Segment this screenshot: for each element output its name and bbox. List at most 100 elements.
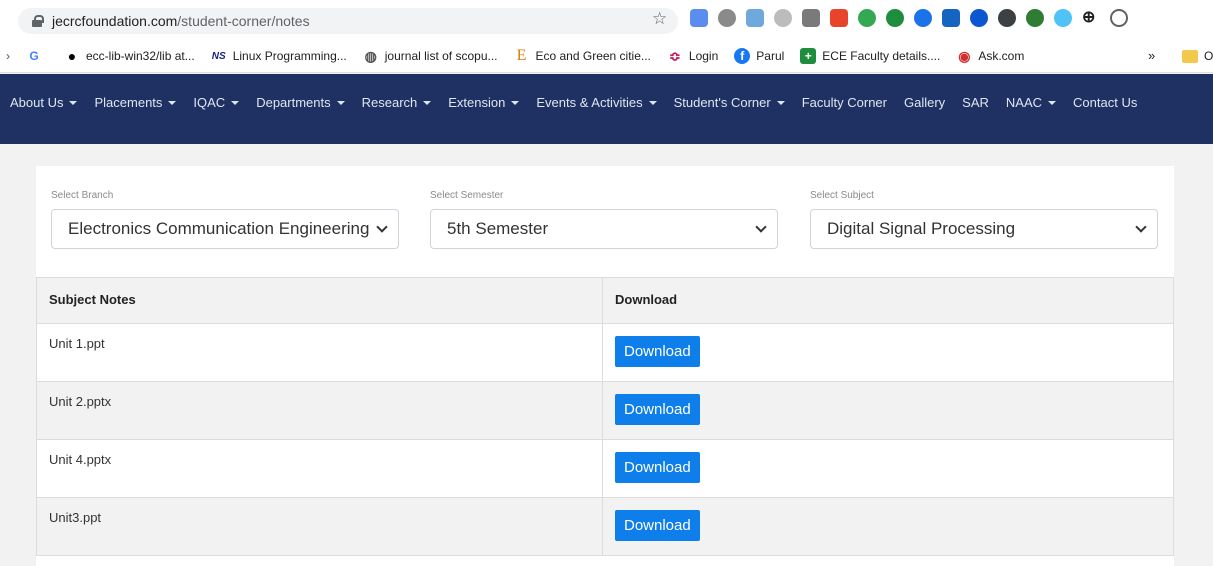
address-bar[interactable]: jecrcfoundation.com/student-corner/notes bbox=[18, 8, 678, 34]
nav-item[interactable]: Contact Us bbox=[1073, 95, 1137, 110]
bookmark-item[interactable]: G bbox=[26, 48, 48, 64]
bookmark-label: Eco and Green citie... bbox=[535, 49, 651, 63]
url-text: jecrcfoundation.com/student-corner/notes bbox=[52, 13, 310, 29]
extension-icon[interactable] bbox=[830, 9, 848, 27]
table-row: Unit 4.pptx Download bbox=[36, 439, 1174, 498]
bookmark-favicon-icon: NS bbox=[211, 50, 226, 62]
bookmark-favicon-icon: f bbox=[734, 48, 751, 64]
subject-label: Select Subject bbox=[810, 190, 874, 201]
nav-item-label: Placements bbox=[94, 95, 163, 110]
notes-table: Subject Notes Download Unit 1.ppt Downloa… bbox=[36, 277, 1174, 556]
nav-item[interactable]: Events & Activities bbox=[536, 95, 657, 110]
bookmark-favicon-icon: ● bbox=[67, 48, 77, 64]
extension-icon[interactable] bbox=[1054, 9, 1072, 27]
nav-item[interactable]: Placements bbox=[94, 95, 177, 110]
bookmark-star-icon[interactable]: ☆ bbox=[652, 9, 667, 29]
subject-filter: Select Subject Digital Signal Processing bbox=[810, 190, 1158, 249]
nav-item[interactable]: Student's Corner bbox=[674, 95, 785, 110]
zoom-icon[interactable]: ⊕ bbox=[1082, 9, 1100, 27]
branch-filter: Select Branch Electronics Communication … bbox=[51, 190, 399, 249]
table-header-row: Subject Notes Download bbox=[36, 277, 1174, 324]
download-button[interactable]: Download bbox=[615, 510, 700, 541]
bookmark-item[interactable]: + ECE Faculty details.... bbox=[800, 48, 940, 64]
nav-item[interactable]: Research bbox=[362, 95, 432, 110]
download-cell: Download bbox=[602, 439, 1174, 498]
bookmark-label: Parul bbox=[756, 49, 785, 63]
subject-select-value: Digital Signal Processing bbox=[827, 219, 1016, 238]
extension-icon[interactable] bbox=[942, 9, 960, 27]
nav-item[interactable]: NAAC bbox=[1006, 95, 1057, 110]
nav-item-label: Gallery bbox=[903, 95, 946, 110]
download-cell: Download bbox=[602, 323, 1174, 382]
extension-icon[interactable] bbox=[858, 9, 876, 27]
bookmark-item[interactable]: f Parul bbox=[734, 48, 784, 64]
nav-item[interactable]: Gallery bbox=[904, 95, 945, 110]
extension-icon[interactable] bbox=[690, 9, 708, 27]
extension-icon[interactable] bbox=[774, 9, 792, 27]
more-bookmarks-button[interactable]: » bbox=[1148, 48, 1155, 63]
caret-down-icon bbox=[776, 100, 785, 105]
extension-icon[interactable] bbox=[1026, 9, 1044, 27]
nav-item-label: Contact Us bbox=[1073, 95, 1138, 110]
note-file-name: Unit 4.pptx bbox=[36, 439, 603, 498]
bookmark-item[interactable]: ◉ Ask.com bbox=[956, 48, 1024, 64]
bookmark-label: Login bbox=[688, 49, 719, 63]
nav-item[interactable]: Faculty Corner bbox=[802, 95, 887, 110]
semester-filter: Select Semester 5th Semester bbox=[430, 190, 778, 249]
extension-icon[interactable] bbox=[970, 9, 988, 27]
bookmark-item[interactable]: NS Linux Programming... bbox=[211, 48, 347, 64]
nav-item[interactable]: Departments bbox=[256, 95, 345, 110]
download-button[interactable]: Download bbox=[615, 452, 700, 483]
bookmark-label: Linux Programming... bbox=[232, 49, 347, 63]
note-file-name: Unit 1.ppt bbox=[36, 323, 603, 382]
extension-icon[interactable] bbox=[802, 9, 820, 27]
bookmark-folder[interactable]: O bbox=[1182, 49, 1213, 63]
chevron-down-icon bbox=[755, 221, 767, 233]
branch-select-value: Electronics Communication Engineering bbox=[68, 219, 370, 238]
bookmark-item[interactable]: ◍ journal list of scopu... bbox=[363, 48, 498, 64]
subject-select[interactable]: Digital Signal Processing bbox=[810, 209, 1158, 249]
chevron-down-icon bbox=[1135, 221, 1147, 233]
nav-item-label: SAR bbox=[962, 95, 989, 110]
nav-item-label: Student's Corner bbox=[673, 95, 771, 110]
bookmarks-left-chevron-icon[interactable]: › bbox=[6, 49, 10, 63]
download-button[interactable]: Download bbox=[615, 336, 700, 367]
bookmark-label: ecc-lib-win32/lib at... bbox=[86, 49, 195, 63]
nav-item-label: Faculty Corner bbox=[801, 95, 887, 110]
download-button[interactable]: Download bbox=[615, 394, 700, 425]
nav-item[interactable]: Extension bbox=[448, 95, 520, 110]
column-header-download: Download bbox=[602, 277, 1174, 324]
profile-icon[interactable] bbox=[1110, 9, 1128, 27]
nav-item[interactable]: IQAC bbox=[193, 95, 240, 110]
extension-icon[interactable] bbox=[914, 9, 932, 27]
nav-item[interactable]: About Us bbox=[10, 95, 78, 110]
extension-icon[interactable] bbox=[998, 9, 1016, 27]
nav-item[interactable]: SAR bbox=[962, 95, 989, 110]
notes-panel: Select Branch Electronics Communication … bbox=[36, 166, 1174, 566]
bookmark-item[interactable]: ≎ Login bbox=[667, 48, 718, 64]
column-header-subject-notes: Subject Notes bbox=[36, 277, 603, 324]
bookmark-item[interactable]: ● ecc-lib-win32/lib at... bbox=[64, 48, 195, 64]
semester-label: Select Semester bbox=[430, 190, 504, 201]
bookmark-favicon-icon: E bbox=[516, 47, 527, 64]
nav-item-label: IQAC bbox=[193, 95, 226, 110]
caret-down-icon bbox=[231, 100, 240, 105]
nav-item-label: About Us bbox=[10, 95, 64, 110]
branch-select[interactable]: Electronics Communication Engineering bbox=[51, 209, 399, 249]
extension-icon[interactable] bbox=[718, 9, 736, 27]
extension-icon[interactable] bbox=[746, 9, 764, 27]
table-row: Unit 2.pptx Download bbox=[36, 381, 1174, 440]
bookmark-label: ECE Faculty details.... bbox=[822, 49, 941, 63]
nav-item-label: Departments bbox=[256, 95, 331, 110]
chevron-down-icon bbox=[376, 221, 388, 233]
caret-down-icon bbox=[1048, 100, 1057, 105]
bookmark-item[interactable]: E Eco and Green citie... bbox=[514, 47, 651, 64]
caret-down-icon bbox=[336, 100, 345, 105]
caret-down-icon bbox=[511, 100, 520, 105]
branch-label: Select Branch bbox=[51, 190, 114, 201]
semester-select[interactable]: 5th Semester bbox=[430, 209, 778, 249]
note-file-name: Unit 2.pptx bbox=[36, 381, 603, 440]
caret-down-icon bbox=[648, 100, 657, 105]
lock-icon bbox=[32, 15, 44, 27]
extension-icon[interactable] bbox=[886, 9, 904, 27]
